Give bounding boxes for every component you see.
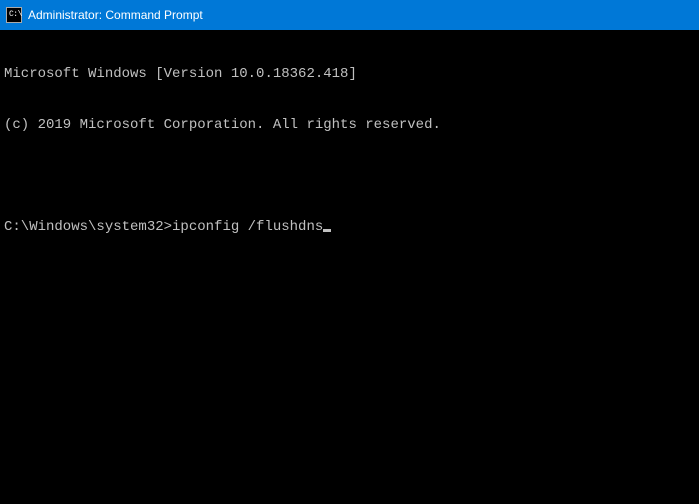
cmd-icon: C:\: [6, 7, 22, 23]
command-prompt-window: C:\ Administrator: Command Prompt Micros…: [0, 0, 699, 504]
cmd-icon-label: C:\: [9, 11, 22, 19]
text-cursor: [323, 229, 331, 232]
console-banner-line-1: Microsoft Windows [Version 10.0.18362.41…: [4, 66, 695, 83]
console-area[interactable]: Microsoft Windows [Version 10.0.18362.41…: [0, 30, 699, 504]
console-blank-line: [4, 168, 695, 185]
console-prompt-line: C:\Windows\system32>ipconfig /flushdns: [4, 219, 695, 236]
window-title: Administrator: Command Prompt: [28, 8, 203, 22]
titlebar[interactable]: C:\ Administrator: Command Prompt: [0, 0, 699, 30]
console-command[interactable]: ipconfig /flushdns: [172, 219, 323, 235]
console-banner-line-2: (c) 2019 Microsoft Corporation. All righ…: [4, 117, 695, 134]
console-prompt: C:\Windows\system32>: [4, 219, 172, 235]
